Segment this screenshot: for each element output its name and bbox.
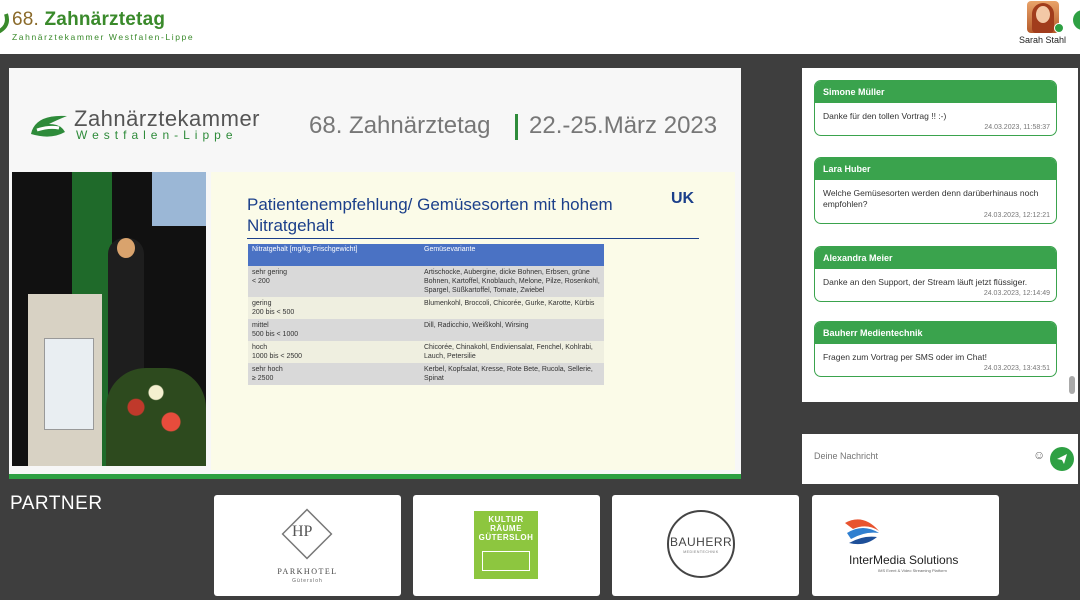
avatar-face [1036,6,1050,23]
chat-text: Welche Gemüsesorten werden denn darüberh… [823,188,1039,209]
parkhotel-monogram: HP [292,523,313,540]
send-icon [1057,454,1067,465]
partner-heading: PARTNER [10,493,103,514]
emoji-icon[interactable]: ☺ [1033,448,1045,462]
table-cell: Chicorée, Chinakohl, Endiviensalat, Fenc… [420,341,604,363]
org-subtitle: Westfalen-Lippe [76,128,238,142]
intermedia-name: InterMedia Solutions [849,553,959,567]
table-header: Gemüsevariante [420,244,604,266]
parkhotel-name: PARKHOTEL [277,567,338,576]
chat-text: Fragen zum Vortrag per SMS oder im Chat! [823,352,987,362]
chat-message-input[interactable] [814,448,1024,464]
stage-camera-view [12,172,206,466]
chat-scrollbar[interactable] [1069,376,1075,394]
parkhotel-city: Gütersloh [292,578,323,584]
chat-message: Simone Müller Danke für den tollen Vortr… [814,80,1057,136]
table-cell: hoch 1000 bis < 2500 [248,341,420,363]
top-header: 68. Zahnärztetag Zahnärztekammer Westfal… [0,0,1080,54]
podium-poster [44,338,94,430]
video-progress-bar[interactable] [9,474,741,479]
uk-logo: UK [671,190,695,207]
table-cell: sehr hoch ≥ 2500 [248,363,420,385]
event-title: 68. Zahnärztetag [309,112,491,139]
chat-timestamp: 24.03.2023, 12:14:49 [983,290,1050,297]
partner-card-kultur-raeume[interactable]: KULTUR RÄUME GÜTERSLOH [413,495,600,596]
bauherr-name: BAUHERR [670,535,733,549]
brand-logo-icon [0,13,9,34]
chat-message: Lara Huber Welche Gemüsesorten werden de… [814,157,1057,224]
chat-message: Bauherr Medientechnik Fragen zum Vortrag… [814,321,1057,377]
table-cell: gering 200 bis < 500 [248,297,420,319]
chat-author: Simone Müller [815,81,1056,103]
partner-card-intermedia[interactable]: InterMedia Solutions IMS Event & Video S… [812,495,999,596]
table-row: sehr gering < 200 Artischocke, Aubergine… [248,266,604,297]
kultur-line: RÄUME [490,524,522,533]
table-cell: Blumenkohl, Broccoli, Chicorée, Gurke, K… [420,297,604,319]
partner-card-bauherr[interactable]: BAUHERR MEDIENTECHNIK [612,495,799,596]
stage-screen [152,172,206,226]
presentation-slide: Patientenempfehlung/ Gemüsesorten mit ho… [211,172,735,470]
partner-card-parkhotel[interactable]: HP PARKHOTEL Gütersloh [214,495,401,596]
table-row: hoch 1000 bis < 2500 Chicorée, Chinakohl… [248,341,604,363]
kultur-cube-icon [482,551,530,571]
table-cell: sehr gering < 200 [248,266,420,297]
brand-subtitle: Zahnärztekammer Westfalen-Lippe [12,32,195,42]
chat-author: Bauherr Medientechnik [815,322,1056,344]
table-cell: Kerbel, Kopfsalat, Kresse, Rote Bete, Ru… [420,363,604,385]
flower-arrangement [106,368,206,466]
brand-title[interactable]: 68. Zahnärztetag [12,9,165,31]
table-cell: mittel 500 bis < 1000 [248,319,420,341]
chat-text: Danke für den tollen Vortrag !! :-) [823,111,947,121]
kultur-raeume-logo: KULTUR RÄUME GÜTERSLOH [474,511,538,579]
online-status-dot [1054,23,1064,33]
table-header: Nitratgehalt [mg/kg Frischgewicht] [248,244,420,266]
table-row: gering 200 bis < 500 Blumenkohl, Broccol… [248,297,604,319]
user-menu-button[interactable] [1073,10,1080,30]
chat-timestamp: 24.03.2023, 12:12:21 [983,212,1050,219]
brand-title-number: 68. [12,9,40,30]
nitrate-table: Nitratgehalt [mg/kg Frischgewicht] Gemüs… [248,244,604,385]
speaker-head [117,238,135,258]
chat-panel[interactable]: Simone Müller Danke für den tollen Vortr… [802,68,1078,402]
event-divider [515,114,518,140]
intermedia-tagline: IMS Event & Video Streaming Platform [878,568,947,573]
kultur-line: KULTUR [488,515,524,524]
chat-timestamp: 24.03.2023, 11:58:37 [984,124,1050,131]
user-name: Sarah Stahl [1019,35,1067,45]
chat-author: Lara Huber [815,158,1056,180]
slide-title-underline [247,238,699,239]
send-button[interactable] [1050,447,1074,471]
video-player[interactable]: Zahnärztekammer Westfalen-Lippe 68. Zahn… [9,68,741,476]
chat-message: Alexandra Meier Danke an den Support, de… [814,246,1057,302]
table-cell: Artischocke, Aubergine, dicke Bohnen, Er… [420,266,604,297]
table-header-row: Nitratgehalt [mg/kg Frischgewicht] Gemüs… [248,244,604,266]
table-cell: Dill, Radicchio, Weißkohl, Wirsing [420,319,604,341]
chat-timestamp: 24.03.2023, 13:43:51 [983,365,1050,372]
chat-input-box: ☺ [802,434,1078,484]
table-row: sehr hoch ≥ 2500 Kerbel, Kopfsalat, Kres… [248,363,604,385]
table-row: mittel 500 bis < 1000 Dill, Radicchio, W… [248,319,604,341]
brand-title-text: Zahnärztetag [44,9,166,30]
chat-author: Alexandra Meier [815,247,1056,269]
kultur-line: GÜTERSLOH [478,533,534,542]
intermedia-logo-icon [845,519,879,545]
chat-text: Danke an den Support, der Stream läuft j… [823,277,1028,287]
slide-title: Patientenempfehlung/ Gemüsesorten mit ho… [247,195,613,235]
event-date: 22.-25.März 2023 [529,112,718,139]
zahnaerztekammer-logo-icon [31,115,67,137]
bauherr-tagline: MEDIENTECHNIK [683,550,719,554]
